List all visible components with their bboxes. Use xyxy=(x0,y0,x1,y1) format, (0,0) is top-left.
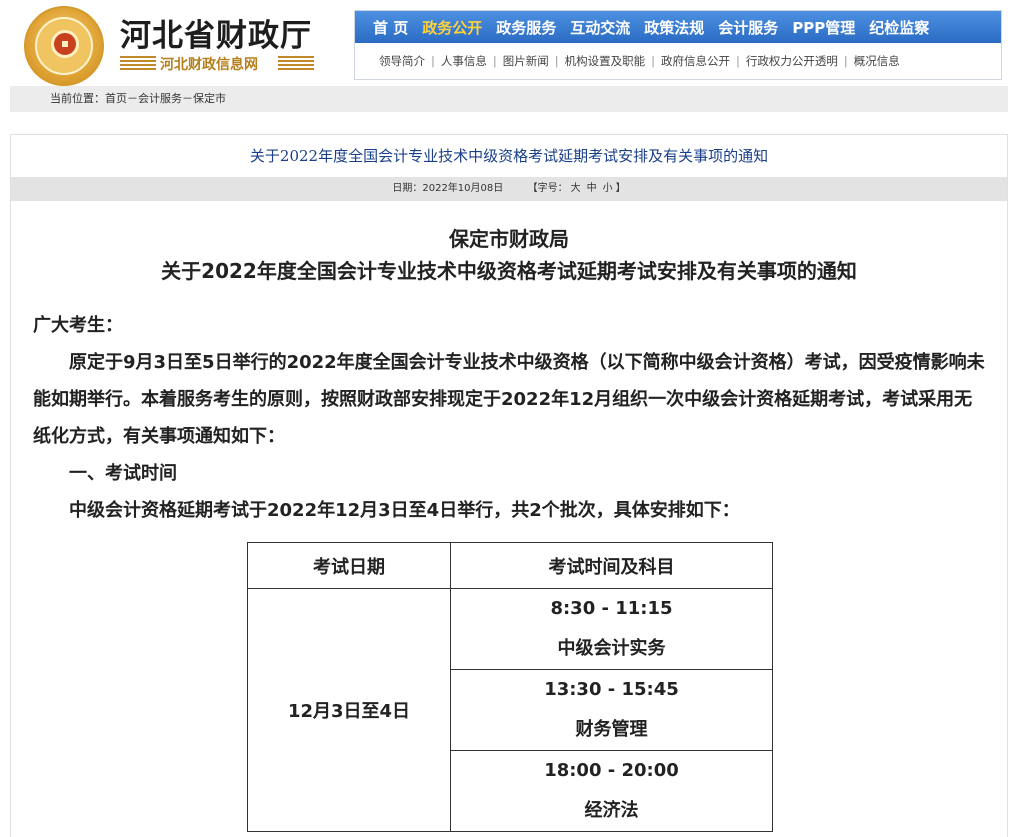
doc-organization: 保定市财政局 xyxy=(449,227,569,251)
subnav-gov-info[interactable]: 政府信息公开 xyxy=(661,53,730,69)
emblem-logo-icon[interactable] xyxy=(24,6,104,86)
exam-date-cell: 12月3日至4日 xyxy=(247,588,451,832)
table-header-time-subject: 考试时间及科目 xyxy=(450,542,773,589)
slot-subject: 财务管理 xyxy=(575,719,648,740)
article-title: 关于2022年度全国会计专业技术中级资格考试延期考试安排及有关事项的通知 xyxy=(249,147,769,165)
nav-policies[interactable]: 政策法规 xyxy=(644,17,704,38)
slot-time: 18:00 - 20:00 xyxy=(544,760,679,781)
nav-interaction[interactable]: 互动交流 xyxy=(570,17,630,38)
sub-nav: 领导简介 | 人事信息 | 图片新闻 | 机构设置及职能 | 政府信息公开 | 行政权力公… xyxy=(355,43,1001,79)
subnav-personnel[interactable]: 人事信息 xyxy=(441,53,487,69)
table-header-row: 考试日期 考试时间及科目 xyxy=(247,542,773,589)
exam-schedule-table: 考试日期 考试时间及科目 12月3日至4日 8:30 - 11:15 中级会计实… xyxy=(247,542,773,832)
exam-slot-cell: 13:30 - 15:45 财务管理 xyxy=(450,669,773,751)
slot-time: 13:30 - 15:45 xyxy=(544,679,679,700)
section-heading-1: 一、考试时间 xyxy=(69,463,177,484)
site-header: 河北省财政厅 河北财政信息网 首 页 政务公开 政务服务 互动交流 政策法规 会… xyxy=(0,0,1018,86)
nav-gov-affairs[interactable]: 政务公开 xyxy=(422,17,482,38)
table-header-date: 考试日期 xyxy=(247,542,451,589)
article-meta: 日期：2022年10月08日 【字号：大中小】 xyxy=(11,177,1007,201)
nav-accounting[interactable]: 会计服务 xyxy=(718,17,778,38)
font-size-close: 】 xyxy=(615,183,626,194)
subnav-overview[interactable]: 概况信息 xyxy=(854,53,900,69)
article-date: 2022年10月08日 xyxy=(422,183,504,194)
slot-subject: 经济法 xyxy=(584,800,639,821)
subnav-separator: | xyxy=(431,54,435,68)
main-nav: 首 页 政务公开 政务服务 互动交流 政策法规 会计服务 PPP管理 纪检监察 xyxy=(355,11,1001,43)
font-size-small-button[interactable]: 小 xyxy=(603,183,613,194)
font-size-large-button[interactable]: 大 xyxy=(571,183,581,194)
slot-subject: 中级会计实务 xyxy=(557,638,666,659)
decor-lines-right xyxy=(278,56,314,70)
subnav-admin-power[interactable]: 行政权力公开透明 xyxy=(746,53,838,69)
nav-gov-services[interactable]: 政务服务 xyxy=(496,17,556,38)
greeting: 广大考生： xyxy=(33,315,123,336)
paragraph-1: 原定于9月3日至5日举行的2022年度全国会计专业技术中级资格（以下简称中级会计… xyxy=(33,352,985,447)
nav-home[interactable]: 首 页 xyxy=(373,17,408,38)
exam-slot-cell: 18:00 - 20:00 经济法 xyxy=(450,750,773,832)
subnav-separator: | xyxy=(843,54,848,68)
decor-lines-left xyxy=(120,56,156,70)
exam-slot-cell: 8:30 - 11:15 中级会计实务 xyxy=(450,588,773,670)
subnav-separator: | xyxy=(492,54,497,68)
nav-ppp[interactable]: PPP管理 xyxy=(792,17,855,38)
paragraph-2: 中级会计资格延期考试于2022年12月3日至4日举行，共2个批次，具体安排如下： xyxy=(69,500,740,521)
slot-time: 8:30 - 11:15 xyxy=(550,598,673,619)
font-size-label: 【字号： xyxy=(527,183,568,194)
breadcrumb: 当前位置：首页－会计服务－保定市 xyxy=(10,86,1008,112)
date-label: 日期： xyxy=(392,183,423,194)
table-row: 12月3日至4日 8:30 - 11:15 中级会计实务 xyxy=(247,588,773,832)
nav-discipline[interactable]: 纪检监察 xyxy=(869,17,929,38)
font-size-medium-button[interactable]: 中 xyxy=(587,183,597,194)
subnav-separator: | xyxy=(736,54,740,68)
article-body: 广大考生： 原定于9月3日至5日举行的2022年度全国会计专业技术中级资格（以下… xyxy=(11,307,1007,529)
subnav-separator: | xyxy=(651,54,655,68)
subnav-photo-news[interactable]: 图片新闻 xyxy=(503,53,549,69)
nav-box: 首 页 政务公开 政务服务 互动交流 政策法规 会计服务 PPP管理 纪检监察 … xyxy=(354,10,1002,80)
site-subtitle-bar: 河北财政信息网 xyxy=(120,54,320,73)
article-panel: 关于2022年度全国会计专业技术中级资格考试延期考试安排及有关事项的通知 日期：… xyxy=(10,134,1008,837)
subnav-leaders[interactable]: 领导简介 xyxy=(379,53,425,69)
site-subtitle: 河北财政信息网 xyxy=(160,57,258,73)
site-title[interactable]: 河北省财政厅 xyxy=(120,10,312,55)
subnav-organization[interactable]: 机构设置及职能 xyxy=(565,53,646,69)
subnav-separator: | xyxy=(554,54,559,68)
doc-title: 关于2022年度全国会计专业技术中级资格考试延期考试安排及有关事项的通知 xyxy=(161,259,857,283)
